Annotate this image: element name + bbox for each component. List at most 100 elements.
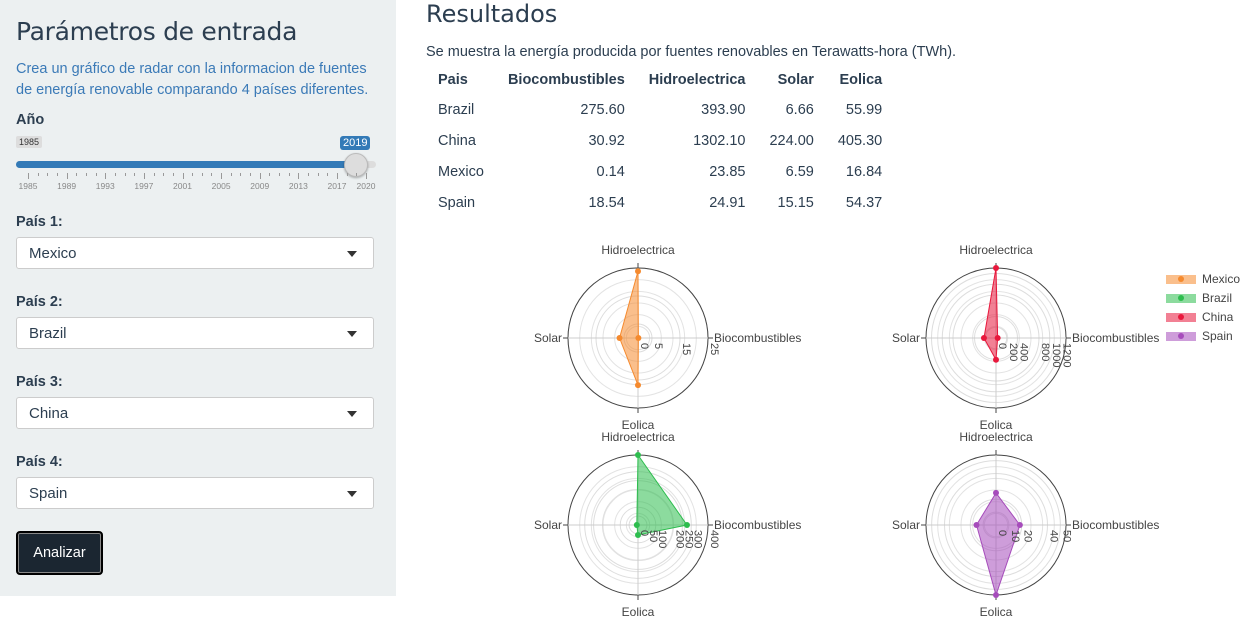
slider-tick [143,173,145,179]
slider-tick-label: 1993 [95,181,115,191]
country1-value: Mexico [29,245,77,262]
table-cell: 23.85 [709,163,746,180]
legend-label: Brazil [1202,291,1232,305]
slider-minor-tick [95,173,97,176]
year-label: Año [16,112,45,128]
slider-tick [28,173,29,179]
radial-tick-label: 100 [656,530,668,548]
slider-minor-tick [37,173,39,176]
table-cell: 16.84 [845,163,883,180]
country2-select[interactable]: Brazil [16,317,374,349]
table-row: Spain 18.54 24.91 15.15 54.37 [426,187,894,218]
slider-tick-label: 2005 [211,181,231,191]
axis-label-solar: Solar [534,331,562,345]
radial-tick-label: 1200 [1061,343,1073,367]
axis-label-biocombustibles: Biocombustibles [1072,518,1159,532]
slider-tick-label: 1989 [57,181,77,191]
slider-tick [221,173,223,179]
slider-minor-tick [288,173,290,176]
slider-tick-label: 1997 [134,181,154,191]
analyze-button[interactable]: Analizar [16,531,103,575]
slider-tick [66,173,68,179]
radial-tick-label: 40 [1047,530,1059,542]
radar-point [1016,522,1023,528]
radar-area-brazil [636,453,688,536]
slider-minor-tick [76,173,78,176]
radar-point [633,522,640,528]
radar-point [993,489,999,496]
table-header-row: Pais Biocombustibles Hidroelectrica Sola… [426,65,894,94]
axis-label-eolica: Eolica [622,605,655,619]
slider-fill [16,161,356,168]
chevron-down-icon [347,251,357,257]
slider-tick [105,173,107,179]
chevron-down-icon [347,331,357,337]
legend-marker [1178,333,1184,339]
slider-minor-tick [279,173,281,176]
axis-label-eolica: Eolica [980,605,1013,619]
radar-point [616,335,623,341]
radial-tick-label: 15 [680,343,692,355]
table-cell: 15.15 [777,194,814,211]
radial-tick-label: 300 [691,530,703,548]
slider-tick-label: 2020 [356,181,376,191]
radial-tick-label: 1000 [1050,343,1062,367]
table-cell: Mexico [438,163,484,180]
radar-point [994,335,1001,341]
results-table: Pais Biocombustibles Hidroelectrica Sola… [426,65,894,218]
table-cell: 405.30 [837,132,883,149]
radial-tick-label: 200 [1007,343,1019,361]
radial-tick-label: 800 [1039,343,1051,361]
slider-min-value: 1985 [16,136,43,148]
slider-minor-tick [85,173,87,176]
axis-label-solar: Solar [892,331,920,345]
country1-select[interactable]: Mexico [16,237,374,269]
table-cell: 393.90 [701,101,746,118]
slider-minor-tick [317,173,319,176]
slider-minor-tick [114,173,116,176]
country3-label: País 3: [16,374,63,390]
radial-tick-label: 0 [638,343,650,349]
slider-minor-tick [211,173,213,176]
radial-tick-label: 25 [708,343,720,355]
radar-point [635,452,641,458]
slider-minor-tick [124,173,126,176]
axis-label-solar: Solar [534,518,562,532]
slider-minor-tick [269,173,271,176]
year-slider[interactable]: 1985 2019 1985 1989 1993 1997 2001 2005 2009 20… [16,133,378,193]
table-cell: 55.99 [845,101,883,118]
radar-point [993,265,999,271]
table-cell: 275.60 [580,101,625,118]
slider-minor-tick [327,173,329,176]
axis-label-hidroelectrica: Hidroelectrica [601,430,675,444]
radar-point [635,268,641,275]
axis-label-hidroelectrica: Hidroelectrica [601,243,675,257]
country4-label: País 4: [16,454,63,470]
table-cell: 18.54 [588,194,625,211]
column-header: Biocombustibles [507,71,625,88]
radar-charts: Hidroelectrica Biocombustibles Eolica Solar… [534,243,1240,619]
slider-minor-tick [134,173,136,176]
axis-label-biocombustibles: Biocombustibles [714,331,801,345]
slider-minor-tick [308,173,310,176]
country4-select[interactable]: Spain [16,477,374,509]
country3-select[interactable]: China [16,397,374,429]
radar-point [980,335,987,341]
column-header: Pais [438,71,468,88]
slider-selected-value: 2019 [340,136,371,150]
slider-tick-label: 2013 [288,181,308,191]
table-row: Mexico 0.14 23.85 6.59 16.84 [426,156,894,187]
table-cell: 0.14 [596,163,625,180]
slider-tick [366,173,367,179]
legend-marker [1178,314,1184,320]
legend-label: Spain [1202,329,1233,343]
radial-tick-label: 5 [652,343,664,349]
column-header: Solar [777,71,814,88]
sidebar-title: Parámetros de entrada [16,17,298,46]
slider-minor-tick [56,173,58,176]
radar-point [993,592,999,598]
radar-area-mexico [619,271,639,386]
legend-marker [1178,276,1184,282]
slider-minor-tick [356,173,358,176]
country1-label: País 1: [16,214,63,230]
